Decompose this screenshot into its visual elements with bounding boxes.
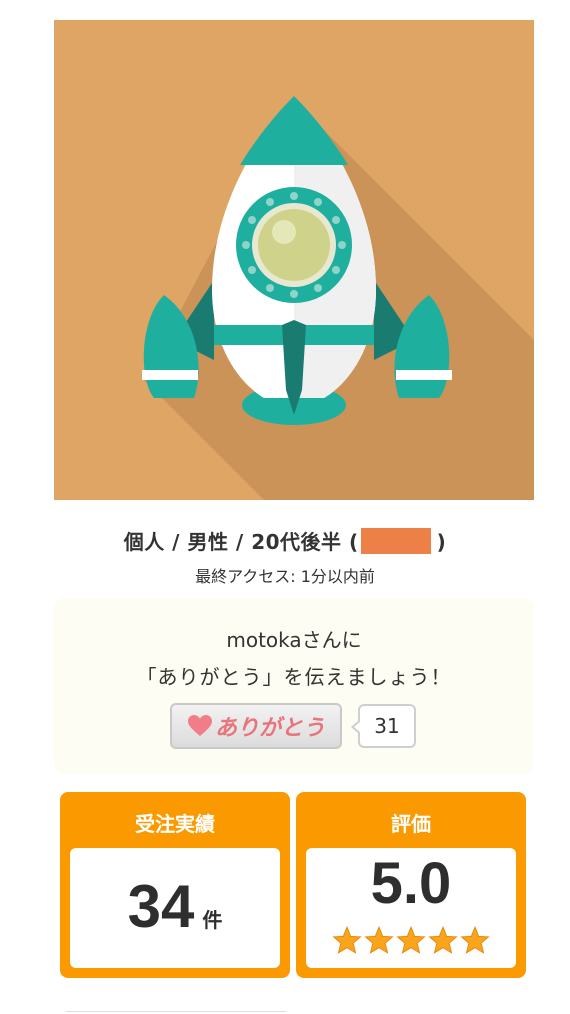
orders-unit: 件: [202, 908, 223, 932]
profile-avatar: [54, 20, 534, 500]
redacted-block: [360, 528, 431, 554]
thanks-button[interactable]: ありがとう: [170, 703, 342, 749]
profile-gender: 男性: [187, 530, 229, 554]
separator: /: [228, 530, 252, 554]
star-icon: [460, 926, 490, 954]
star-icon: [396, 926, 426, 954]
thanks-prompt: 「ありがとう」を伝えましょう！: [136, 665, 452, 689]
rating-card: 評価 5.0: [296, 792, 526, 978]
orders-card: 受注実績 34 件: [60, 792, 290, 978]
rating-title: 評価: [391, 812, 431, 836]
thanks-count: 31: [351, 704, 416, 748]
divider: [66, 1011, 286, 1012]
star-rating: [306, 926, 516, 954]
thanks-recipient: motokaさんに: [226, 628, 362, 652]
paren-open: (: [349, 530, 359, 554]
orders-count: 34: [127, 873, 195, 940]
thanks-panel: motokaさんに 「ありがとう」を伝えましょう！ ありがとう 31: [54, 598, 534, 774]
thanks-button-label: ありがとう: [214, 716, 325, 741]
rating-panel: 5.0: [306, 848, 516, 968]
star-icon: [332, 926, 362, 954]
heart-icon: [187, 714, 213, 738]
paren-close: ): [436, 530, 447, 554]
orders-title: 受注実績: [135, 812, 215, 836]
last-access: 最終アクセス: 1分以内前: [195, 567, 375, 586]
profile-type: 個人: [123, 530, 165, 554]
star-icon: [364, 926, 394, 954]
profile-age: 20代後半: [251, 530, 342, 554]
profile-summary: 個人 / 男性 / 20代後半 (): [0, 526, 570, 555]
orders-panel: 34 件: [70, 848, 280, 968]
separator: /: [164, 530, 188, 554]
star-icon: [428, 926, 458, 954]
rocket-icon: [54, 20, 534, 500]
orders-value-wrap: 34 件: [70, 872, 280, 941]
rating-score: 5.0: [370, 851, 452, 916]
